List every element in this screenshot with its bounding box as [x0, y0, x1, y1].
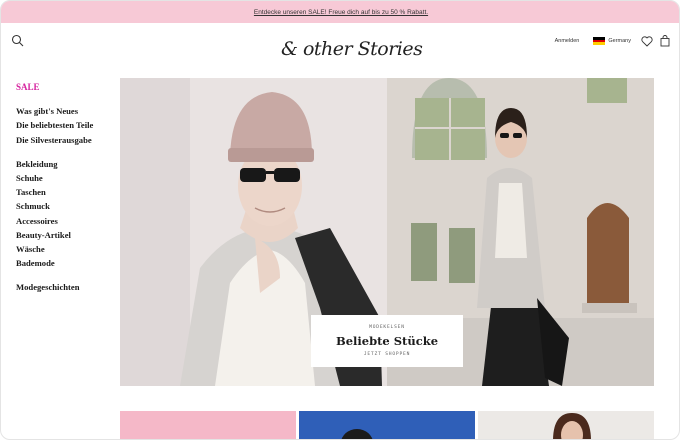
- nav-item-jewellery[interactable]: Schmuck: [16, 199, 116, 213]
- nav-item-shoes[interactable]: Schuhe: [16, 171, 116, 185]
- search-icon[interactable]: [11, 34, 25, 48]
- nav-item-bestsellers[interactable]: Die beliebtesten Teile: [16, 118, 116, 132]
- header-actions: Anmelden Germany: [555, 34, 671, 48]
- brand-logo-text: & other Stories: [281, 38, 423, 60]
- nav-item-bags[interactable]: Taschen: [16, 185, 116, 199]
- page-frame: Entdecke unseren SALE! Freue dich auf bi…: [0, 0, 680, 440]
- nav-item-new[interactable]: Was gibt's Neues: [16, 104, 116, 118]
- brand-logo[interactable]: & other Stories: [281, 37, 423, 61]
- tile-model[interactable]: [478, 411, 654, 439]
- hero-shop-link[interactable]: JETZT SHOPPEN: [364, 352, 410, 357]
- nav-item-accessories[interactable]: Accessoires: [16, 214, 116, 228]
- hero-title: Beliebte Stücke: [335, 334, 439, 348]
- promo-bar: Entdecke unseren SALE! Freue dich auf bi…: [1, 1, 679, 23]
- product-tiles: [120, 411, 654, 439]
- login-link[interactable]: Anmelden: [555, 38, 580, 44]
- nav-item-lingerie[interactable]: Wäsche: [16, 242, 116, 256]
- nav-item-stories[interactable]: Modegeschichten: [16, 280, 116, 294]
- promo-link[interactable]: Entdecke unseren SALE! Freue dich auf bi…: [254, 9, 428, 16]
- heart-icon[interactable]: [641, 35, 653, 47]
- nav-item-swimwear[interactable]: Bademode: [16, 256, 116, 270]
- nav-item-clothing[interactable]: Bekleidung: [16, 157, 116, 171]
- bag-icon[interactable]: [659, 35, 671, 47]
- site-header: & other Stories Anmelden Germany: [1, 23, 679, 73]
- tile-pink[interactable]: [120, 411, 296, 439]
- nav-divider: [16, 147, 116, 157]
- hero-eyebrow: MODEKELSEN: [369, 325, 405, 330]
- country-selector[interactable]: Germany: [593, 37, 631, 46]
- nav-item-new-years-eve[interactable]: Die Silvesterausgabe: [16, 133, 116, 147]
- flag-de-icon: [593, 37, 606, 46]
- nav-divider: [16, 270, 116, 280]
- category-sidebar: SALE Was gibt's Neues Die beliebtesten T…: [16, 80, 116, 295]
- hero-cta-box[interactable]: MODEKELSEN Beliebte Stücke JETZT SHOPPEN: [311, 315, 463, 367]
- country-label: Germany: [608, 38, 631, 44]
- nav-item-beauty[interactable]: Beauty-Artikel: [16, 228, 116, 242]
- nav-item-sale[interactable]: SALE: [16, 80, 116, 94]
- tile-blue[interactable]: [299, 411, 475, 439]
